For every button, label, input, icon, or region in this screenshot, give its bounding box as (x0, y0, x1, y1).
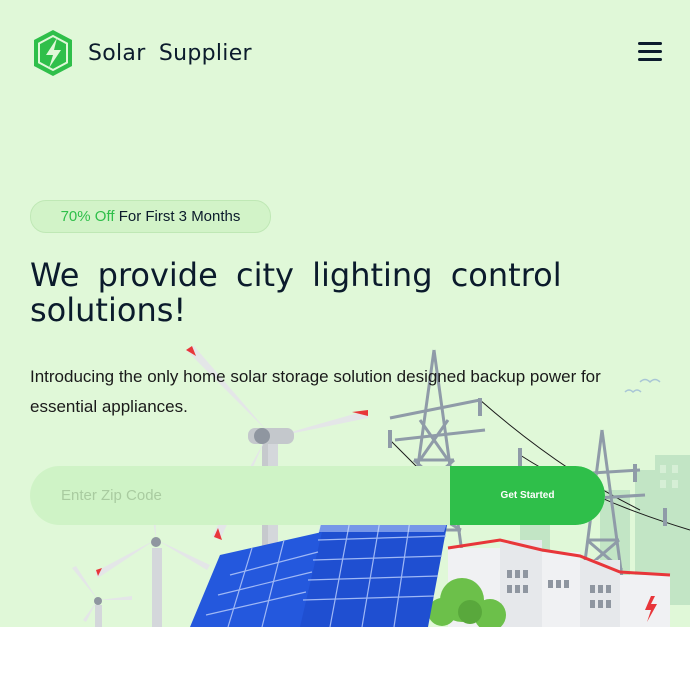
hero-section: Solar Supplier 70% Off For First 3 Month… (0, 0, 690, 627)
hero-headline: We provide city lighting control solutio… (30, 256, 562, 329)
promo-badge: 70% Off For First 3 Months (30, 200, 271, 233)
promo-highlight: 70% Off (60, 208, 115, 225)
brand-name[interactable]: Solar Supplier (88, 41, 252, 66)
zip-code-input[interactable] (30, 466, 450, 525)
hero-description: Introducing the only home solar storage … (30, 367, 601, 416)
get-started-button[interactable]: Get Started (450, 466, 605, 525)
promo-text: For First 3 Months (118, 208, 241, 225)
lightning-bolt-hexagon-icon[interactable] (30, 28, 76, 78)
zip-code-form: Get Started (30, 466, 605, 525)
site-header: Solar Supplier (30, 28, 252, 78)
hamburger-menu-icon[interactable] (638, 42, 662, 64)
